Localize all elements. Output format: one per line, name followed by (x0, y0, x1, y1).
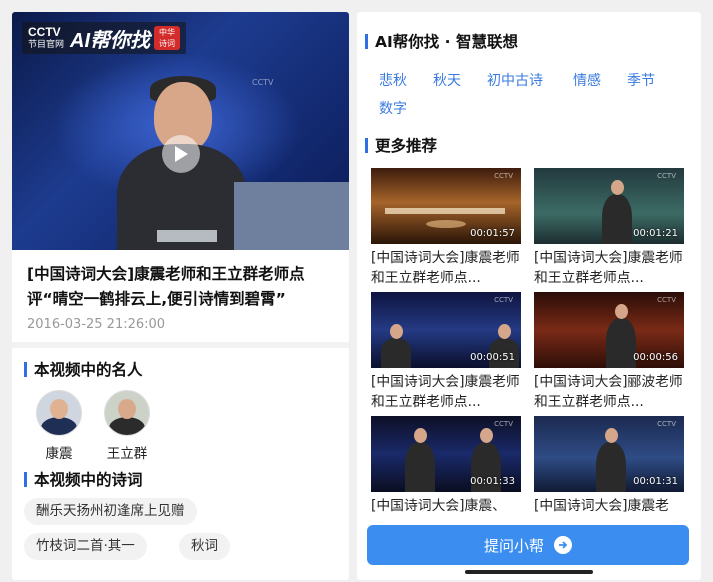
celebrity-item[interactable]: 王立群 (102, 390, 152, 462)
ai-search-heading: AI帮你找 · 智慧联想 (365, 30, 518, 52)
keyword-tag[interactable]: 初中古诗 (487, 70, 543, 90)
desk-sign (157, 230, 217, 242)
play-icon (175, 146, 188, 162)
poems-heading-text: 本视频中的诗词 (34, 471, 143, 489)
video-duration: 00:01:21 (633, 228, 678, 239)
video-thumbnail[interactable]: CCTV 00:01:33 (371, 416, 521, 492)
ai-search-heading-text: AI帮你找 · 智慧联想 (375, 33, 518, 51)
video-thumbnail[interactable]: CCTV 00:00:56 (534, 292, 684, 368)
celebrity-item[interactable]: 康震 (34, 390, 84, 462)
stage-desk (234, 182, 349, 250)
ask-assistant-button[interactable]: 提问小帮 (367, 525, 689, 565)
arrow-right-icon (554, 536, 572, 554)
recommendation-title[interactable]: [中国诗词大会]康震老师和王立群老师点... (371, 248, 523, 288)
play-button[interactable] (162, 135, 200, 173)
heading-accent-bar (24, 471, 27, 487)
video-player[interactable]: CCTV CCTV 节目官网 AI帮你找 中华 诗词 (12, 12, 349, 250)
heading-accent-bar (365, 33, 368, 49)
screen-cctv-mark: CCTV (252, 78, 274, 87)
celebrities-heading: 本视频中的名人 (24, 358, 143, 380)
video-title: [中国诗词大会]康震老师和王立群老师点评“晴空一鹤排云上,便引诗情到碧霄” (27, 265, 305, 308)
poem-tag[interactable]: 酬乐天扬州初逢席上见赠 (24, 498, 197, 525)
recommendation-panel: AI帮你找 · 智慧联想 悲秋 秋天 初中古诗 情感 季节 数字 更多推荐 CC… (357, 12, 701, 580)
video-duration: 00:01:31 (633, 476, 678, 487)
poem-tag[interactable]: 秋词 (179, 533, 230, 560)
video-duration: 00:01:33 (470, 476, 515, 487)
video-thumbnail[interactable]: CCTV 00:01:57 (371, 168, 521, 244)
section-divider (12, 342, 349, 348)
video-thumbnail[interactable]: CCTV 00:01:31 (534, 416, 684, 492)
keyword-tag[interactable]: 情感 (573, 70, 601, 90)
keyword-tag[interactable]: 数字 (379, 98, 407, 118)
video-thumbnail[interactable]: CCTV 00:00:51 (371, 292, 521, 368)
cctv-logo-subtext: 节目官网 (28, 39, 65, 49)
avatar (104, 390, 150, 436)
keyword-tag[interactable]: 秋天 (433, 70, 461, 90)
video-detail-panel: CCTV CCTV 节目官网 AI帮你找 中华 诗词 [中国诗词大会]康震老师和王… (12, 12, 349, 580)
recommendation-title[interactable]: [中国诗词大会]康震、 (371, 496, 523, 518)
celebrity-name: 王立群 (106, 446, 148, 462)
recommendation-title[interactable]: [中国诗词大会]康震老 (534, 496, 686, 518)
keyword-tag[interactable]: 季节 (627, 70, 655, 90)
video-duration: 00:00:51 (470, 352, 515, 363)
ai-logo-text: AI帮你找 (70, 29, 151, 52)
cctv-logo-text: CCTV (28, 25, 61, 39)
ask-assistant-label: 提问小帮 (483, 536, 544, 555)
keyword-tag[interactable]: 悲秋 (379, 70, 407, 90)
video-duration: 00:00:56 (633, 352, 678, 363)
poem-tag[interactable]: 竹枝词二首·其一 (24, 533, 147, 560)
avatar (36, 390, 82, 436)
more-recommendations-heading: 更多推荐 (365, 134, 437, 156)
recommendation-title[interactable]: [中国诗词大会]郦波老师和王立群老师点... (534, 372, 686, 412)
poems-heading: 本视频中的诗词 (24, 468, 143, 490)
celebrities-heading-text: 本视频中的名人 (34, 361, 143, 379)
recommendation-title[interactable]: [中国诗词大会]康震老师和王立群老师点... (371, 372, 523, 412)
heading-accent-bar (365, 137, 368, 153)
cctv-logo: CCTV 节目官网 AI帮你找 中华 诗词 (22, 22, 187, 54)
video-thumbnail[interactable]: CCTV 00:01:21 (534, 168, 684, 244)
more-recommendations-heading-text: 更多推荐 (375, 137, 438, 155)
video-timestamp: 2016-03-25 21:26:00 (27, 317, 166, 332)
recommendation-title[interactable]: [中国诗词大会]康震老师和王立群老师点... (534, 248, 686, 288)
heading-accent-bar (24, 361, 27, 377)
celebrity-name: 康震 (45, 446, 73, 462)
home-indicator (465, 570, 593, 574)
video-duration: 00:01:57 (470, 228, 515, 239)
poetry-seal-logo: 中华 诗词 (154, 26, 181, 50)
